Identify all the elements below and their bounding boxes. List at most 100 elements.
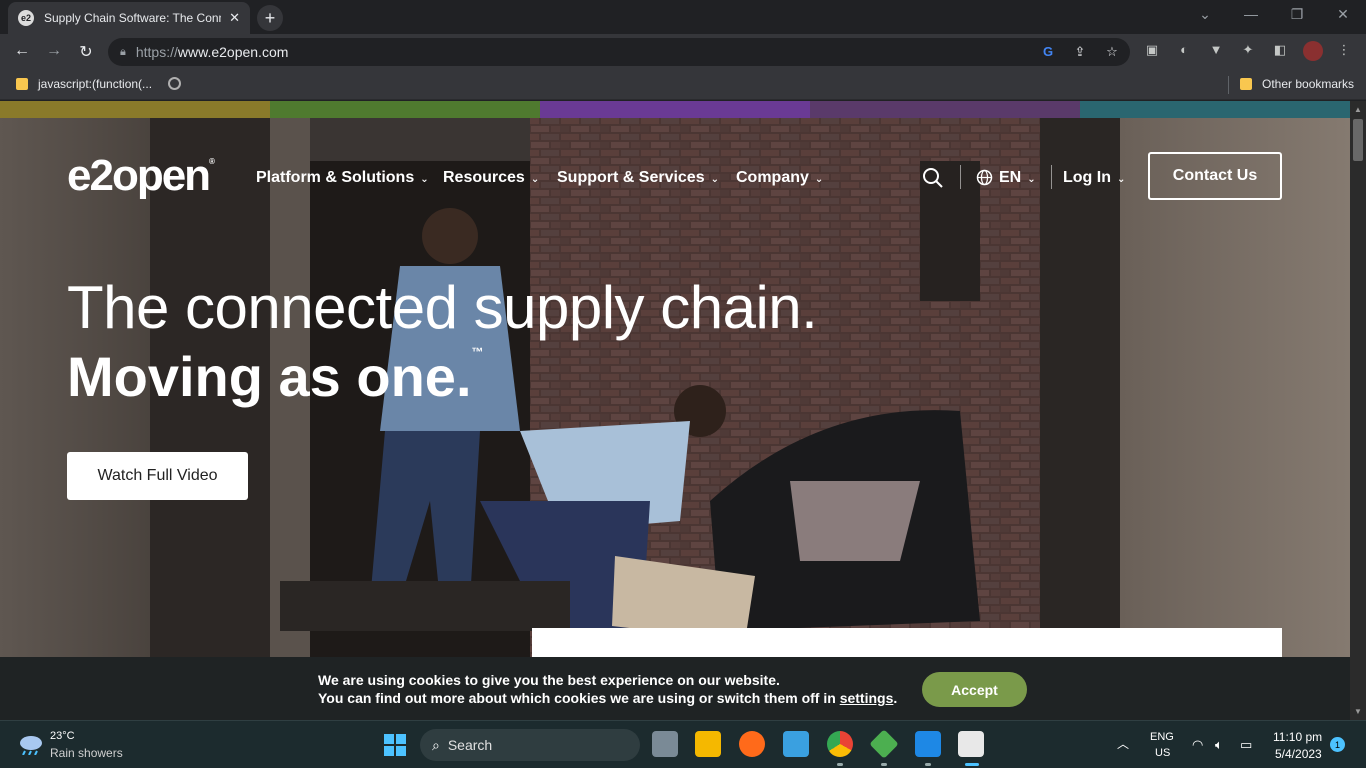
restore-icon[interactable]: ❐ <box>1287 6 1307 23</box>
nav-resources[interactable]: Resources ⌄ <box>443 169 539 187</box>
tab-close-icon[interactable]: ✕ <box>229 10 240 26</box>
watch-full-video-button[interactable]: Watch Full Video <box>67 452 248 500</box>
scrollbar-thumb[interactable] <box>1353 119 1363 161</box>
taskbar-search[interactable]: ⌕ Search <box>420 729 640 761</box>
color-stripe-3 <box>540 101 810 118</box>
cookie-period: . <box>893 690 898 706</box>
running-indicator <box>925 763 931 766</box>
nav-label: Support & Services <box>557 169 705 186</box>
back-icon[interactable]: ← <box>12 42 32 60</box>
task-view-icon[interactable] <box>652 731 678 757</box>
input-language[interactable]: ENG <box>1150 731 1174 743</box>
extension-icon[interactable]: ◐ <box>1175 42 1193 60</box>
browser-tab[interactable]: e2 Supply Chain Software: The Conn ✕ <box>8 2 250 34</box>
weather-temperature[interactable]: 23°C <box>50 730 75 742</box>
rain-cloud-icon[interactable] <box>18 733 44 755</box>
hero-tagline-text: Moving as one. <box>67 345 472 408</box>
tab-strip: e2 Supply Chain Software: The Conn ✕ + ⌄… <box>0 0 1366 34</box>
url-host: www.e2open.com <box>177 44 289 60</box>
search-label: Search <box>447 737 493 753</box>
close-window-icon[interactable]: ✕ <box>1333 6 1353 23</box>
accept-cookies-button[interactable]: Accept <box>922 672 1027 707</box>
windows-start-icon[interactable] <box>384 734 406 756</box>
windows-taskbar: 23°C Rain showers ⌕ Search ︿ ENG US ◠ 🔈︎… <box>0 720 1366 768</box>
bookmark-javascript[interactable]: javascript:(function(... <box>16 77 152 91</box>
nav-support-services[interactable]: Support & Services ⌄ <box>557 169 719 187</box>
clock-date[interactable]: 5/4/2023 <box>1275 747 1322 761</box>
notepad-icon[interactable] <box>783 731 809 757</box>
weather-description[interactable]: Rain showers <box>50 746 123 760</box>
chevron-down-icon: ⌄ <box>814 174 824 185</box>
clock-time[interactable]: 11:10 pm <box>1273 730 1322 744</box>
tab-title: Supply Chain Software: The Conn <box>44 11 222 25</box>
forward-icon[interactable]: → <box>44 42 64 60</box>
puzzle-extensions-icon[interactable]: ✦ <box>1239 42 1257 60</box>
scroll-up-icon[interactable]: ▲ <box>1353 105 1363 114</box>
color-stripe-4 <box>810 101 1080 118</box>
input-region[interactable]: US <box>1155 747 1170 759</box>
side-panel-icon[interactable]: ◧ <box>1271 42 1289 60</box>
running-indicator <box>837 763 843 766</box>
login-menu[interactable]: Log In ⌄ <box>1063 169 1125 187</box>
url-scheme: https:// <box>135 44 178 60</box>
camera-extension-icon[interactable]: ▣ <box>1143 42 1161 60</box>
other-bookmarks-label: Other bookmarks <box>1262 77 1355 91</box>
share-icon[interactable]: ⇪ <box>1071 44 1089 62</box>
site-favicon-icon: e2 <box>18 10 34 26</box>
bookmark-star-icon[interactable]: ☆ <box>1103 44 1121 62</box>
language-selector[interactable]: EN ⌄ <box>999 169 1036 187</box>
wifi-icon[interactable]: ◠ <box>1192 737 1203 753</box>
nav-label: Resources <box>443 169 525 186</box>
globe-icon <box>168 77 181 90</box>
active-indicator <box>965 763 979 766</box>
chevron-down-icon: ⌄ <box>1027 174 1036 185</box>
chevron-down-icon: ⌄ <box>1116 174 1126 185</box>
cookie-message-line1: We are using cookies to give you the bes… <box>318 672 780 688</box>
file-explorer-icon[interactable] <box>695 731 721 757</box>
chrome-icon[interactable] <box>827 731 853 757</box>
firefox-icon[interactable] <box>739 731 765 757</box>
git-icon[interactable] <box>869 729 899 759</box>
page-viewport: e2open® Platform & Solutions ⌄ Resources ⌄… <box>0 101 1350 721</box>
nav-company[interactable]: Company ⌄ <box>736 169 823 187</box>
volume-icon[interactable]: 🔈︎ <box>1215 737 1223 753</box>
tray-overflow-icon[interactable]: ︿ <box>1117 735 1129 752</box>
minimize-icon[interactable]: — <box>1241 6 1261 22</box>
search-icon: ⌕ <box>432 736 440 753</box>
vpn-extension-icon[interactable]: ▼ <box>1207 42 1225 60</box>
google-lens-icon[interactable]: G <box>1039 44 1057 62</box>
cookie-message-line2: You can find out more about which cookie… <box>318 690 897 706</box>
folder-icon <box>1240 78 1252 90</box>
page-scrollbar[interactable]: ▲ ▼ <box>1350 101 1366 721</box>
nav-divider <box>1051 165 1052 189</box>
bookmarks-bar: javascript:(function(... Other bookmarks <box>0 70 1366 100</box>
menu-kebab-icon[interactable]: ⋮ <box>1335 42 1353 60</box>
logo-text: e2open <box>67 151 211 200</box>
other-bookmarks[interactable]: Other bookmarks <box>1240 77 1354 91</box>
color-stripe-1 <box>0 101 270 118</box>
trademark-symbol: ™ <box>471 345 484 359</box>
address-bar[interactable]: 🔒︎ https://www.e2open.com <box>108 38 1130 66</box>
vscode-icon[interactable] <box>915 731 941 757</box>
nav-platform-solutions[interactable]: Platform & Solutions ⌄ <box>256 169 429 187</box>
chevron-down-icon: ⌄ <box>420 174 429 185</box>
contact-us-button[interactable]: Contact Us <box>1148 152 1282 200</box>
new-tab-button[interactable]: + <box>257 5 283 31</box>
nav-label: Company <box>736 169 809 186</box>
lock-icon[interactable]: 🔒︎ <box>120 46 126 59</box>
search-icon[interactable] <box>922 167 944 189</box>
color-stripe-5 <box>1080 101 1350 118</box>
scroll-down-icon[interactable]: ▼ <box>1353 707 1363 716</box>
running-indicator <box>881 763 887 766</box>
bookmark-globe[interactable] <box>168 77 181 90</box>
cookie-banner: We are using cookies to give you the bes… <box>0 657 1350 721</box>
profile-avatar[interactable] <box>1303 41 1323 61</box>
color-stripe-2 <box>270 101 540 118</box>
e2open-logo[interactable]: e2open® <box>67 151 215 201</box>
cookie-settings-link[interactable]: settings <box>840 690 894 706</box>
notification-badge[interactable]: 1 <box>1330 737 1345 752</box>
snipping-tool-icon[interactable] <box>958 731 984 757</box>
battery-icon[interactable]: ▭ <box>1240 737 1252 753</box>
tab-search-icon[interactable]: ⌄ <box>1195 6 1215 23</box>
reload-icon[interactable]: ↻ <box>76 42 96 62</box>
